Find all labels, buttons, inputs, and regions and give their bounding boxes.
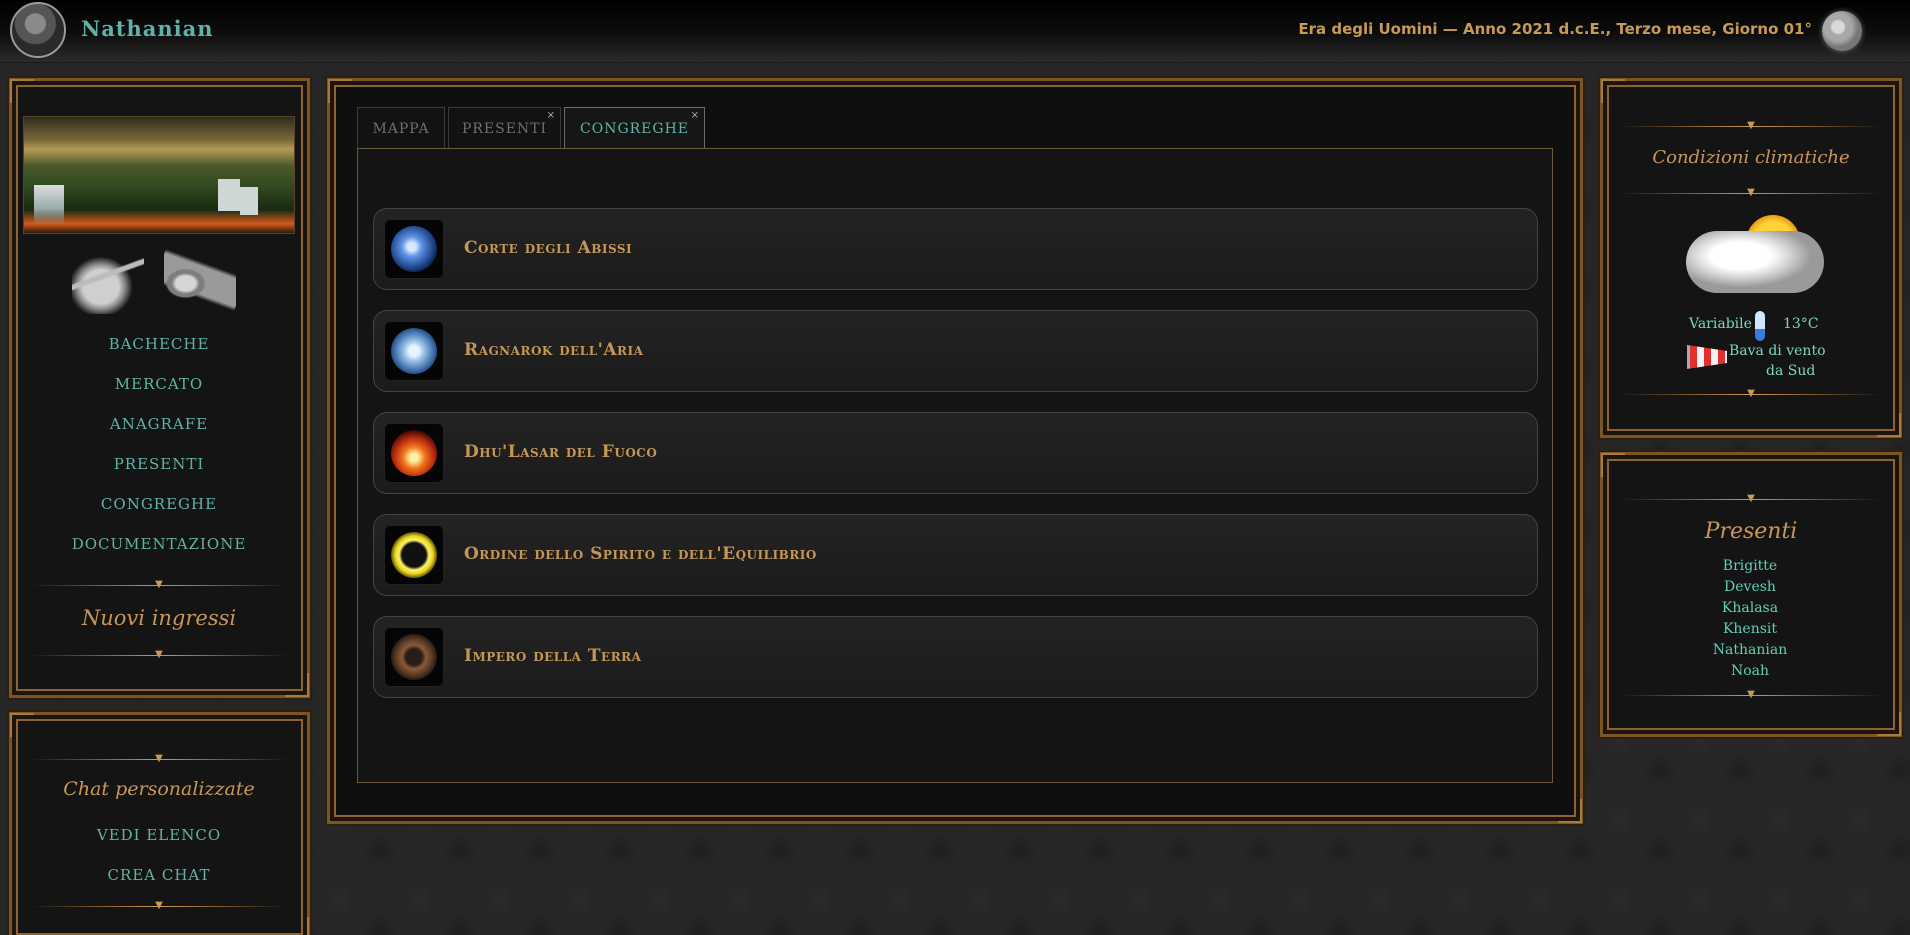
horn-icon[interactable]	[164, 246, 236, 314]
quill-scroll-icon[interactable]	[72, 246, 144, 314]
chat-panel-title: Chat personalizzate	[63, 778, 255, 800]
top-bar: Nathanian Era degli Uomini — Anno 2021 d…	[0, 0, 1910, 63]
ornament-divider: ▼	[1620, 494, 1882, 504]
close-icon[interactable]: ×	[547, 110, 556, 121]
tab-presenti[interactable]: PRESENTI ×	[448, 107, 561, 149]
vedi-elenco-link[interactable]: VEDI ELENCO	[10, 826, 308, 844]
guild-row-dhu-lasar-del-fuoco[interactable]: Dhu'Lasar del Fuoco	[373, 412, 1538, 494]
thermometer-icon	[1755, 311, 1765, 341]
ornament-divider: ▼	[1620, 389, 1882, 399]
wind-line-1: Bava di vento	[1729, 343, 1826, 359]
partly-cloudy-icon	[1682, 205, 1828, 301]
ornament-divider: ▼	[30, 650, 288, 660]
temperature-value: 13°C	[1783, 316, 1819, 332]
nav-presenti[interactable]: PRESENTI	[10, 455, 308, 473]
nav-mercato[interactable]: MERCATO	[10, 375, 308, 393]
present-user[interactable]: Khalasa	[1602, 600, 1898, 616]
earth-emblem-icon	[384, 627, 444, 687]
wind-line-2: da Sud	[1766, 363, 1816, 379]
user-avatar[interactable]	[10, 2, 66, 58]
username[interactable]: Nathanian	[81, 16, 214, 41]
guild-row-impero-della-terra[interactable]: Impero della Terra	[373, 616, 1538, 698]
guild-name: Ragnarok dell'Aria	[464, 340, 644, 360]
moon-phase-icon	[1822, 11, 1862, 51]
present-user[interactable]: Devesh	[1602, 579, 1898, 595]
ornament-divider: ▼	[30, 580, 288, 590]
tab-congreghe[interactable]: CONGREGHE ×	[564, 107, 705, 150]
tab-label: PRESENTI	[461, 120, 548, 137]
nav-congreghe[interactable]: CONGREGHE	[10, 495, 308, 513]
crea-chat-link[interactable]: CREA CHAT	[10, 866, 308, 884]
nav-anagrafe[interactable]: ANAGRAFE	[10, 415, 308, 433]
guild-name: Impero della Terra	[464, 646, 642, 666]
ornament-divider: ▼	[1620, 121, 1882, 131]
ornament-divider: ▼	[1620, 690, 1882, 700]
tab-mappa[interactable]: MAPPA	[357, 107, 445, 149]
fire-emblem-icon	[384, 423, 444, 483]
weather-condition: Variabile	[1689, 316, 1752, 332]
nav-bacheche[interactable]: BACHECHE	[10, 335, 308, 353]
weather-title: Condizioni climatiche	[1652, 147, 1850, 168]
tab-label: CONGREGHE	[580, 121, 689, 137]
present-user[interactable]: Brigitte	[1602, 558, 1898, 574]
present-user[interactable]: Nathanian	[1602, 642, 1898, 658]
present-user[interactable]: Khensit	[1602, 621, 1898, 637]
guild-name: Dhu'Lasar del Fuoco	[464, 442, 658, 462]
nuovi-ingressi-title: Nuovi ingressi	[81, 606, 237, 630]
guild-name: Ordine dello Spirito e dell'Equilibrio	[464, 544, 817, 564]
close-icon[interactable]: ×	[691, 110, 700, 121]
tab-label: MAPPA	[372, 120, 430, 137]
guild-row-ordine-dello-spirito[interactable]: Ordine dello Spirito e dell'Equilibrio	[373, 514, 1538, 596]
cloud-shape	[1686, 231, 1824, 293]
ornament-divider: ▼	[30, 754, 288, 764]
nav-documentazione[interactable]: DOCUMENTAZIONE	[10, 535, 308, 553]
guild-row-corte-degli-abissi[interactable]: Corte degli Abissi	[373, 208, 1538, 290]
water-emblem-icon	[384, 219, 444, 279]
in-game-date: Era degli Uomini — Anno 2021 d.c.E., Ter…	[1298, 20, 1812, 38]
ornament-divider: ▼	[30, 901, 288, 911]
air-spiral-icon	[384, 321, 444, 381]
ornament-divider: ▼	[1620, 188, 1882, 198]
spirit-ring-icon	[384, 525, 444, 585]
presenti-title: Presenti	[1704, 519, 1798, 544]
guild-row-ragnarok-dell-aria[interactable]: Ragnarok dell'Aria	[373, 310, 1538, 392]
landscape-banner-image	[23, 116, 295, 234]
present-user[interactable]: Noah	[1602, 663, 1898, 679]
guild-name: Corte degli Abissi	[464, 238, 633, 258]
